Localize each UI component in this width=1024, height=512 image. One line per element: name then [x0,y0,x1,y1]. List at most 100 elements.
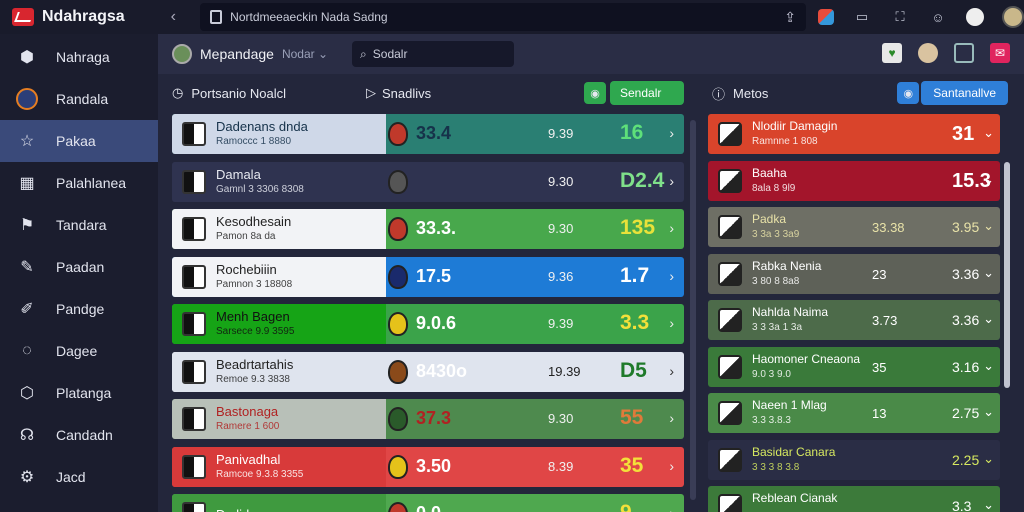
chevron-down-icon[interactable]: ⌄ [983,404,994,420]
message-icon[interactable]: ◉ [584,82,606,104]
odds-score: 1.7 [620,263,650,287]
settings-button[interactable]: Santanallve [921,81,1008,105]
workspace-avatar[interactable] [172,44,192,64]
back-chevron-icon[interactable]: ‹ [158,8,188,26]
user-avatar[interactable] [918,43,938,63]
chevron-right-icon[interactable]: › [669,458,674,474]
match-row[interactable]: Dadenans dnda Ramoccc 1 8880 33.4 9.39 1… [172,114,684,154]
chevron-right-icon[interactable]: › [669,173,674,189]
tabs-icon[interactable]: ▭ [852,7,872,27]
team-crest-icon [16,88,38,110]
flag-icon: ⚑ [19,217,35,234]
side-value: 35 [872,359,887,375]
match-row[interactable]: Kesodhesain Pamon 8a da 33.3. 9.30 135 › [172,209,684,249]
chevron-down-icon[interactable]: ⌄ [983,172,994,188]
chevron-down-icon[interactable]: ⌄ [983,125,994,141]
chevron-right-icon[interactable]: › [669,125,674,141]
club-shield-icon [388,312,408,336]
right-panel-header: ⓘ Metos ◉ Santanallve [712,78,1008,108]
filter-label[interactable]: Snadlivs [382,86,431,101]
team-name: Rabka Nenia [752,258,822,273]
chevron-right-icon[interactable]: › [669,268,674,284]
notifications-icon[interactable]: ✉ [990,43,1010,63]
workspace-title[interactable]: Mepandage [200,46,274,62]
club-shield-icon [388,454,408,479]
edit-icon: ✐ [20,301,34,318]
share-icon[interactable]: ⇪ [784,9,796,26]
odds-secondary: 8.39 [548,458,574,474]
sidebar-item[interactable]: ⚑ Tandara [0,204,158,246]
side-match-row[interactable]: Reblean Cianak 3.3 ⌄ [708,486,1000,512]
side-match-row[interactable]: Padka 3 3a 3 3a9 33.38 3.95 ⌄ [708,207,1000,247]
side-scrollbar[interactable] [1004,162,1010,388]
side-match-row[interactable]: Nlodiir Damagin Ramnne 1 808 31 ⌄ [708,114,1000,154]
team-badge-icon [718,401,742,425]
emoji-icon[interactable]: ☺ [928,7,948,27]
app-logo[interactable]: Ndahragsa [0,8,158,26]
odds-score: D2.4 [620,168,665,192]
sidebar-item-label: Pandge [56,301,105,317]
match-row[interactable]: Menh Bagen Sarsece 9.9 3595 9.0.6 9.39 3… [172,304,684,344]
side-match-row[interactable]: Haomoner Cneaona 9.0 3 9.0 35 3.16 ⌄ [708,346,1000,387]
team-name: Panivadhal [216,451,281,467]
odds-score: 55 [620,406,644,429]
odds-primary: 37.3 [416,408,452,428]
match-row[interactable]: Dsdidnsgse 0.0 9 › [172,494,684,512]
gear-icon: ⚙ [19,469,35,486]
match-row[interactable]: Panivadhal Ramcoe 9.3.8 3355 3.50 8.39 3… [172,446,684,487]
sidebar-item-label: Pakaa [56,133,96,149]
window-icon[interactable] [954,43,974,63]
top-bar: Ndahragsa ‹ Nortdmeeaeckin Nada Sadng ⇪ … [0,0,1024,34]
sidebar-item-label: Tandara [56,217,107,233]
match-row[interactable]: Bastonaga Ramere 1 600 37.3 9.30 55 › [172,399,684,439]
chevron-right-icon[interactable]: › [669,220,674,236]
toggle-icon[interactable]: ◉ [897,82,920,104]
chevron-down-icon[interactable]: ⌄ [983,497,994,512]
odds-primary: 0.0 [416,503,441,512]
odds-secondary: 9.39 [548,316,574,331]
sidebar-item[interactable]: Randala [0,78,158,120]
side-match-row[interactable]: Rabka Nenia 3 80 8 8a8 23 3.36 ⌄ [708,253,1000,294]
chevron-down-icon[interactable]: ⌄ [983,218,994,234]
send-button[interactable]: Sendalr [610,81,684,105]
profile-icon[interactable] [966,8,984,26]
side-match-row[interactable]: Baaha 8ala 8 9l9 15.3 ⌄ [708,160,1000,201]
url-text[interactable]: Nortdmeeaeckin Nada Sadng [230,10,776,24]
sidebar-item[interactable]: ⬡ Platanga [0,372,158,414]
sidebar-item[interactable]: ▦ Palahlanea [0,162,158,204]
sidebar-item[interactable]: ☊ Candadn [0,414,158,456]
side-match-row[interactable]: Basidar Canara 3 3 3 8 3.8 2.25 ⌄ [708,439,1000,480]
chevron-down-icon[interactable]: ⌄ [983,451,994,467]
sidebar-item-label: Dagee [56,343,98,359]
chevron-down-icon[interactable]: ⌄ [983,358,994,374]
address-bar[interactable]: Nortdmeeaeckin Nada Sadng ⇪ [200,3,806,31]
chevron-down-icon[interactable]: ⌄ [983,311,994,327]
sidebar-item[interactable]: ✐ Pandge [0,288,158,330]
favorite-icon[interactable]: ♥ [882,43,902,63]
fullscreen-icon[interactable]: ⛶ [890,7,910,27]
sidebar-item[interactable]: ☆ Pakaa [0,120,158,162]
sidebar-item[interactable]: ✎ Paadan [0,246,158,288]
match-row[interactable]: Beadrtartahis Remoe 9.3 3838 8430o 19.39… [172,351,684,392]
sidebar-item[interactable]: ⬢ Nahraga [0,36,158,78]
sidebar-item[interactable]: ⚙ Jacd [0,456,158,498]
chevron-down-icon[interactable]: ⌄ [983,265,994,281]
match-row[interactable]: Damala Gamnl 3 3306 8308 9.30 D2.4 › [172,161,684,202]
sidebar-item[interactable]: ◌ Dagee [0,330,158,372]
team-cell: Dsdidnsgse [172,494,386,512]
extensions-icon[interactable] [818,9,834,25]
main-scrollbar[interactable] [690,120,696,500]
search-input[interactable]: ⌕ Sodalr [352,41,515,67]
chevron-right-icon[interactable]: › [669,410,674,426]
side-match-row[interactable]: Nahlda Naima 3 3 3a 1 3a 3.73 3.36 ⌄ [708,300,1000,340]
avatar[interactable] [1002,6,1024,28]
side-match-row[interactable]: Naeen 1 Mlag 3.3 3.8.3 13 2.75 ⌄ [708,393,1000,433]
chevron-right-icon[interactable]: › [669,315,674,331]
node-selector[interactable]: Nodar ⌄ [282,47,328,61]
sidebar-item-label: Randala [56,91,109,107]
team-badge-icon [718,122,742,146]
chevron-right-icon[interactable]: › [669,505,674,512]
match-row[interactable]: Rochebiiin Pamnon 3 18808 17.5 9.36 1.7 … [172,256,684,297]
chevron-right-icon[interactable]: › [669,363,674,379]
side-odds: 3.16 [952,358,980,375]
